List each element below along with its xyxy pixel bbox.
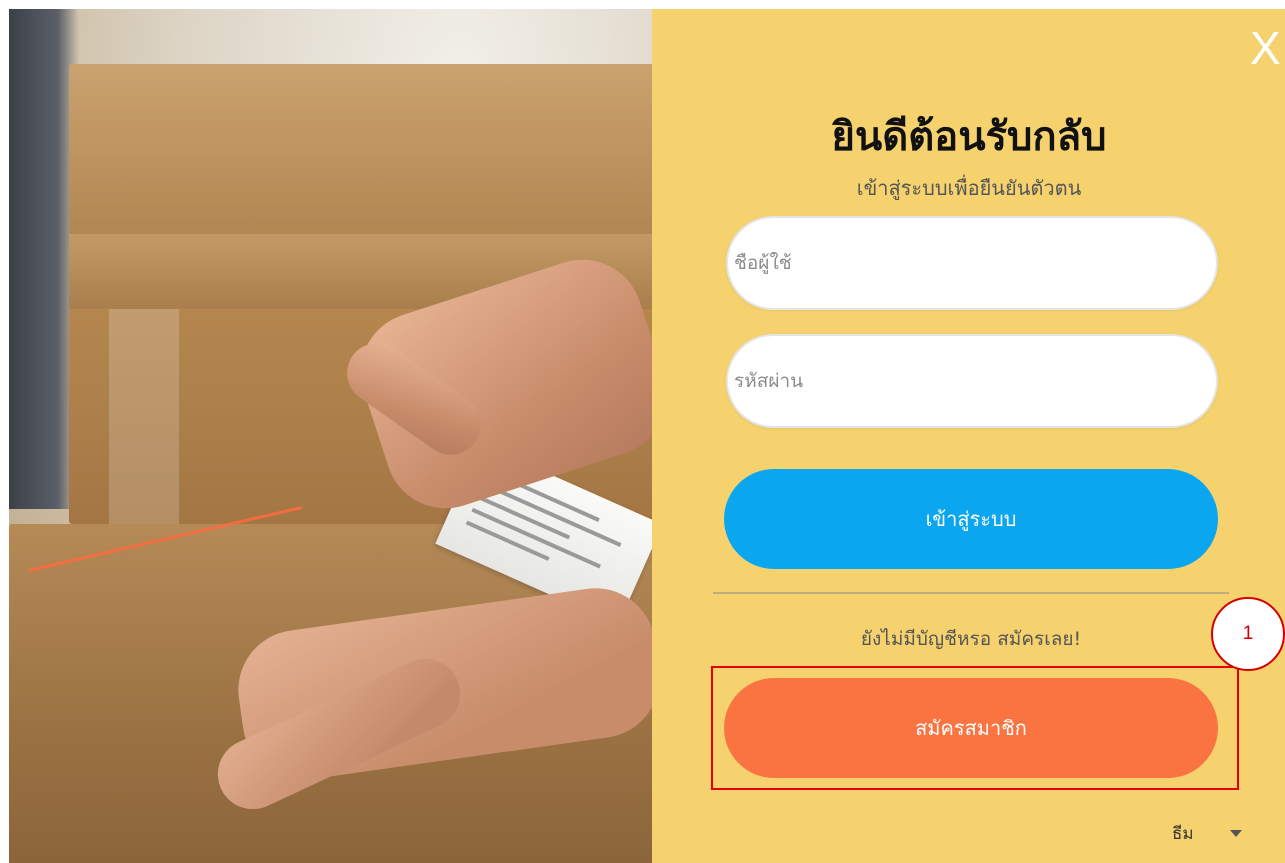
close-button[interactable]: X — [1250, 25, 1281, 71]
divider — [713, 592, 1229, 594]
page-subtitle: เข้าสู่ระบบเพื่อยืนยันตัวตน — [856, 176, 1082, 200]
page-title: ยินดีต้อนรับกลับ — [831, 114, 1107, 160]
login-panel: X ยินดีต้อนรับกลับ เข้าสู่ระบบเพื่อยืนยั… — [652, 9, 1285, 863]
signup-prompt: ยังไม่มีบัญชีหรอ สมัครเลย! — [860, 628, 1082, 650]
theme-selector[interactable]: ธีม — [1172, 820, 1242, 847]
login-button[interactable]: เข้าสู่ระบบ — [724, 469, 1218, 569]
username-input[interactable] — [734, 252, 1216, 274]
theme-label: ธีม — [1172, 824, 1194, 844]
username-field-wrapper[interactable] — [726, 216, 1218, 310]
hero-image — [9, 9, 652, 863]
box-seam — [109, 309, 179, 524]
password-field-wrapper[interactable] — [726, 334, 1218, 428]
label-line — [471, 507, 601, 569]
step-number-badge: 1 — [1211, 597, 1285, 671]
password-input[interactable] — [734, 370, 1216, 392]
signup-button[interactable]: สมัครสมาชิก — [724, 678, 1218, 778]
chevron-down-icon — [1229, 830, 1242, 837]
